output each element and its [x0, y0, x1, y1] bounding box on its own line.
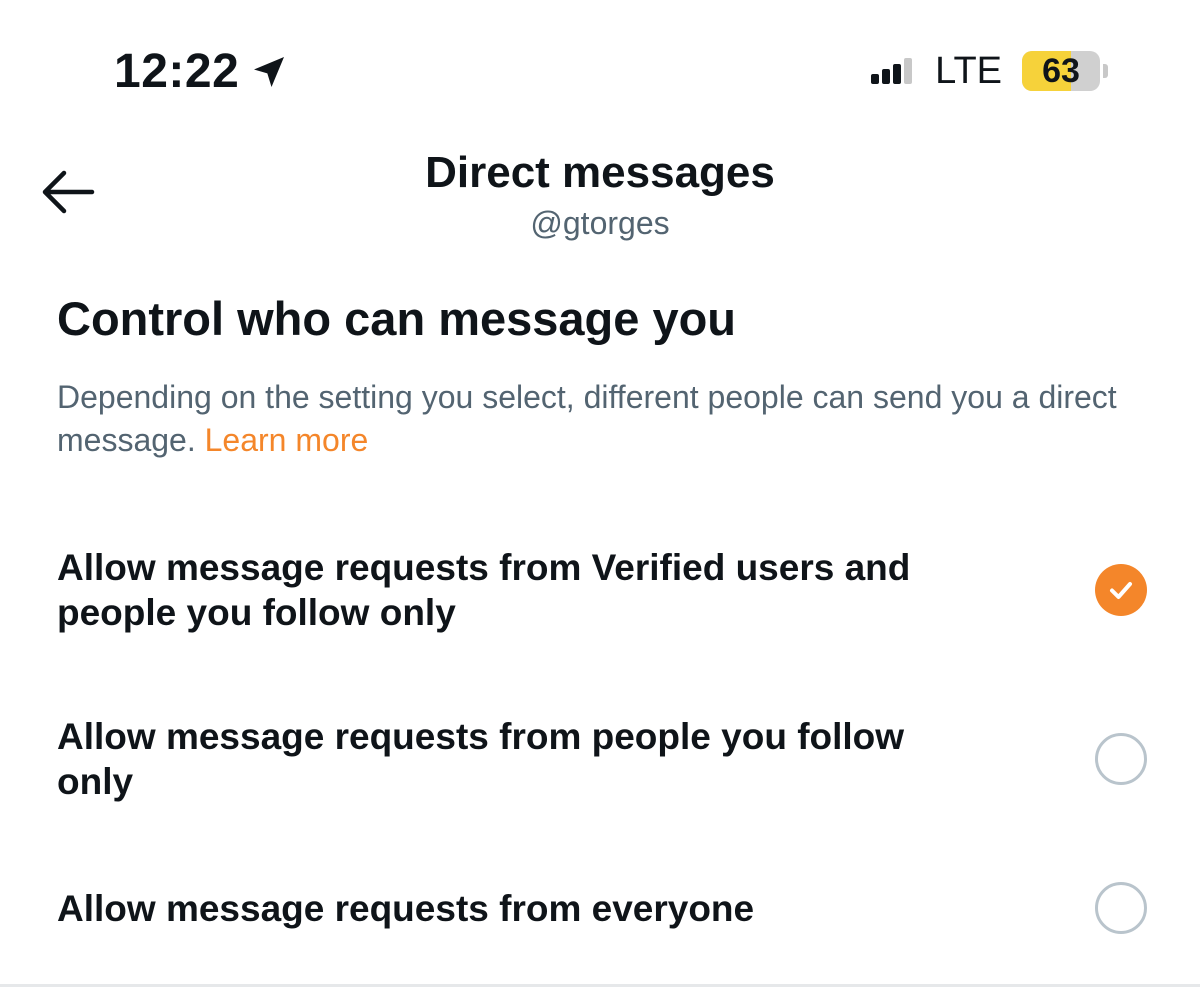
radio-checked[interactable]: [1095, 564, 1147, 616]
checkmark-icon: [1110, 582, 1132, 599]
location-arrow-icon: [254, 57, 285, 87]
option-label: Allow message requests from everyone: [57, 887, 755, 929]
status-bar: 12:22 LTE 63: [0, 0, 1200, 130]
option-label: Allow message requests from Verified use…: [57, 547, 911, 633]
account-handle: @gtorges: [530, 205, 670, 241]
signal-bar: [882, 69, 891, 84]
battery-nub: [1103, 64, 1108, 78]
learn-more-link[interactable]: Learn more: [205, 422, 369, 458]
battery-percent: 63: [1042, 52, 1080, 90]
status-time: 12:22: [114, 44, 289, 100]
signal-bar: [893, 64, 902, 84]
status-time-text: 12:22: [114, 45, 240, 98]
option-label: Allow message requests from people you f…: [57, 716, 905, 802]
status-indicators: LTE 63: [871, 48, 1108, 94]
page-title: Direct messages: [425, 148, 775, 197]
signal-bar: [871, 74, 880, 84]
network-type: LTE: [935, 50, 1002, 92]
signal-bar: [904, 58, 913, 84]
battery-icon: 63: [1022, 51, 1100, 91]
radio-unchecked[interactable]: [1095, 882, 1147, 934]
option-following-only[interactable]: Allow message requests from people you f…: [57, 714, 1147, 804]
section-description: Depending on the setting you select, dif…: [57, 376, 1137, 462]
radio-unchecked[interactable]: [1095, 733, 1147, 785]
cellular-signal-icon: [871, 58, 915, 84]
option-everyone[interactable]: Allow message requests from everyone: [57, 882, 1147, 934]
option-verified-and-following[interactable]: Allow message requests from Verified use…: [57, 545, 1147, 635]
section-heading: Control who can message you: [57, 292, 737, 345]
